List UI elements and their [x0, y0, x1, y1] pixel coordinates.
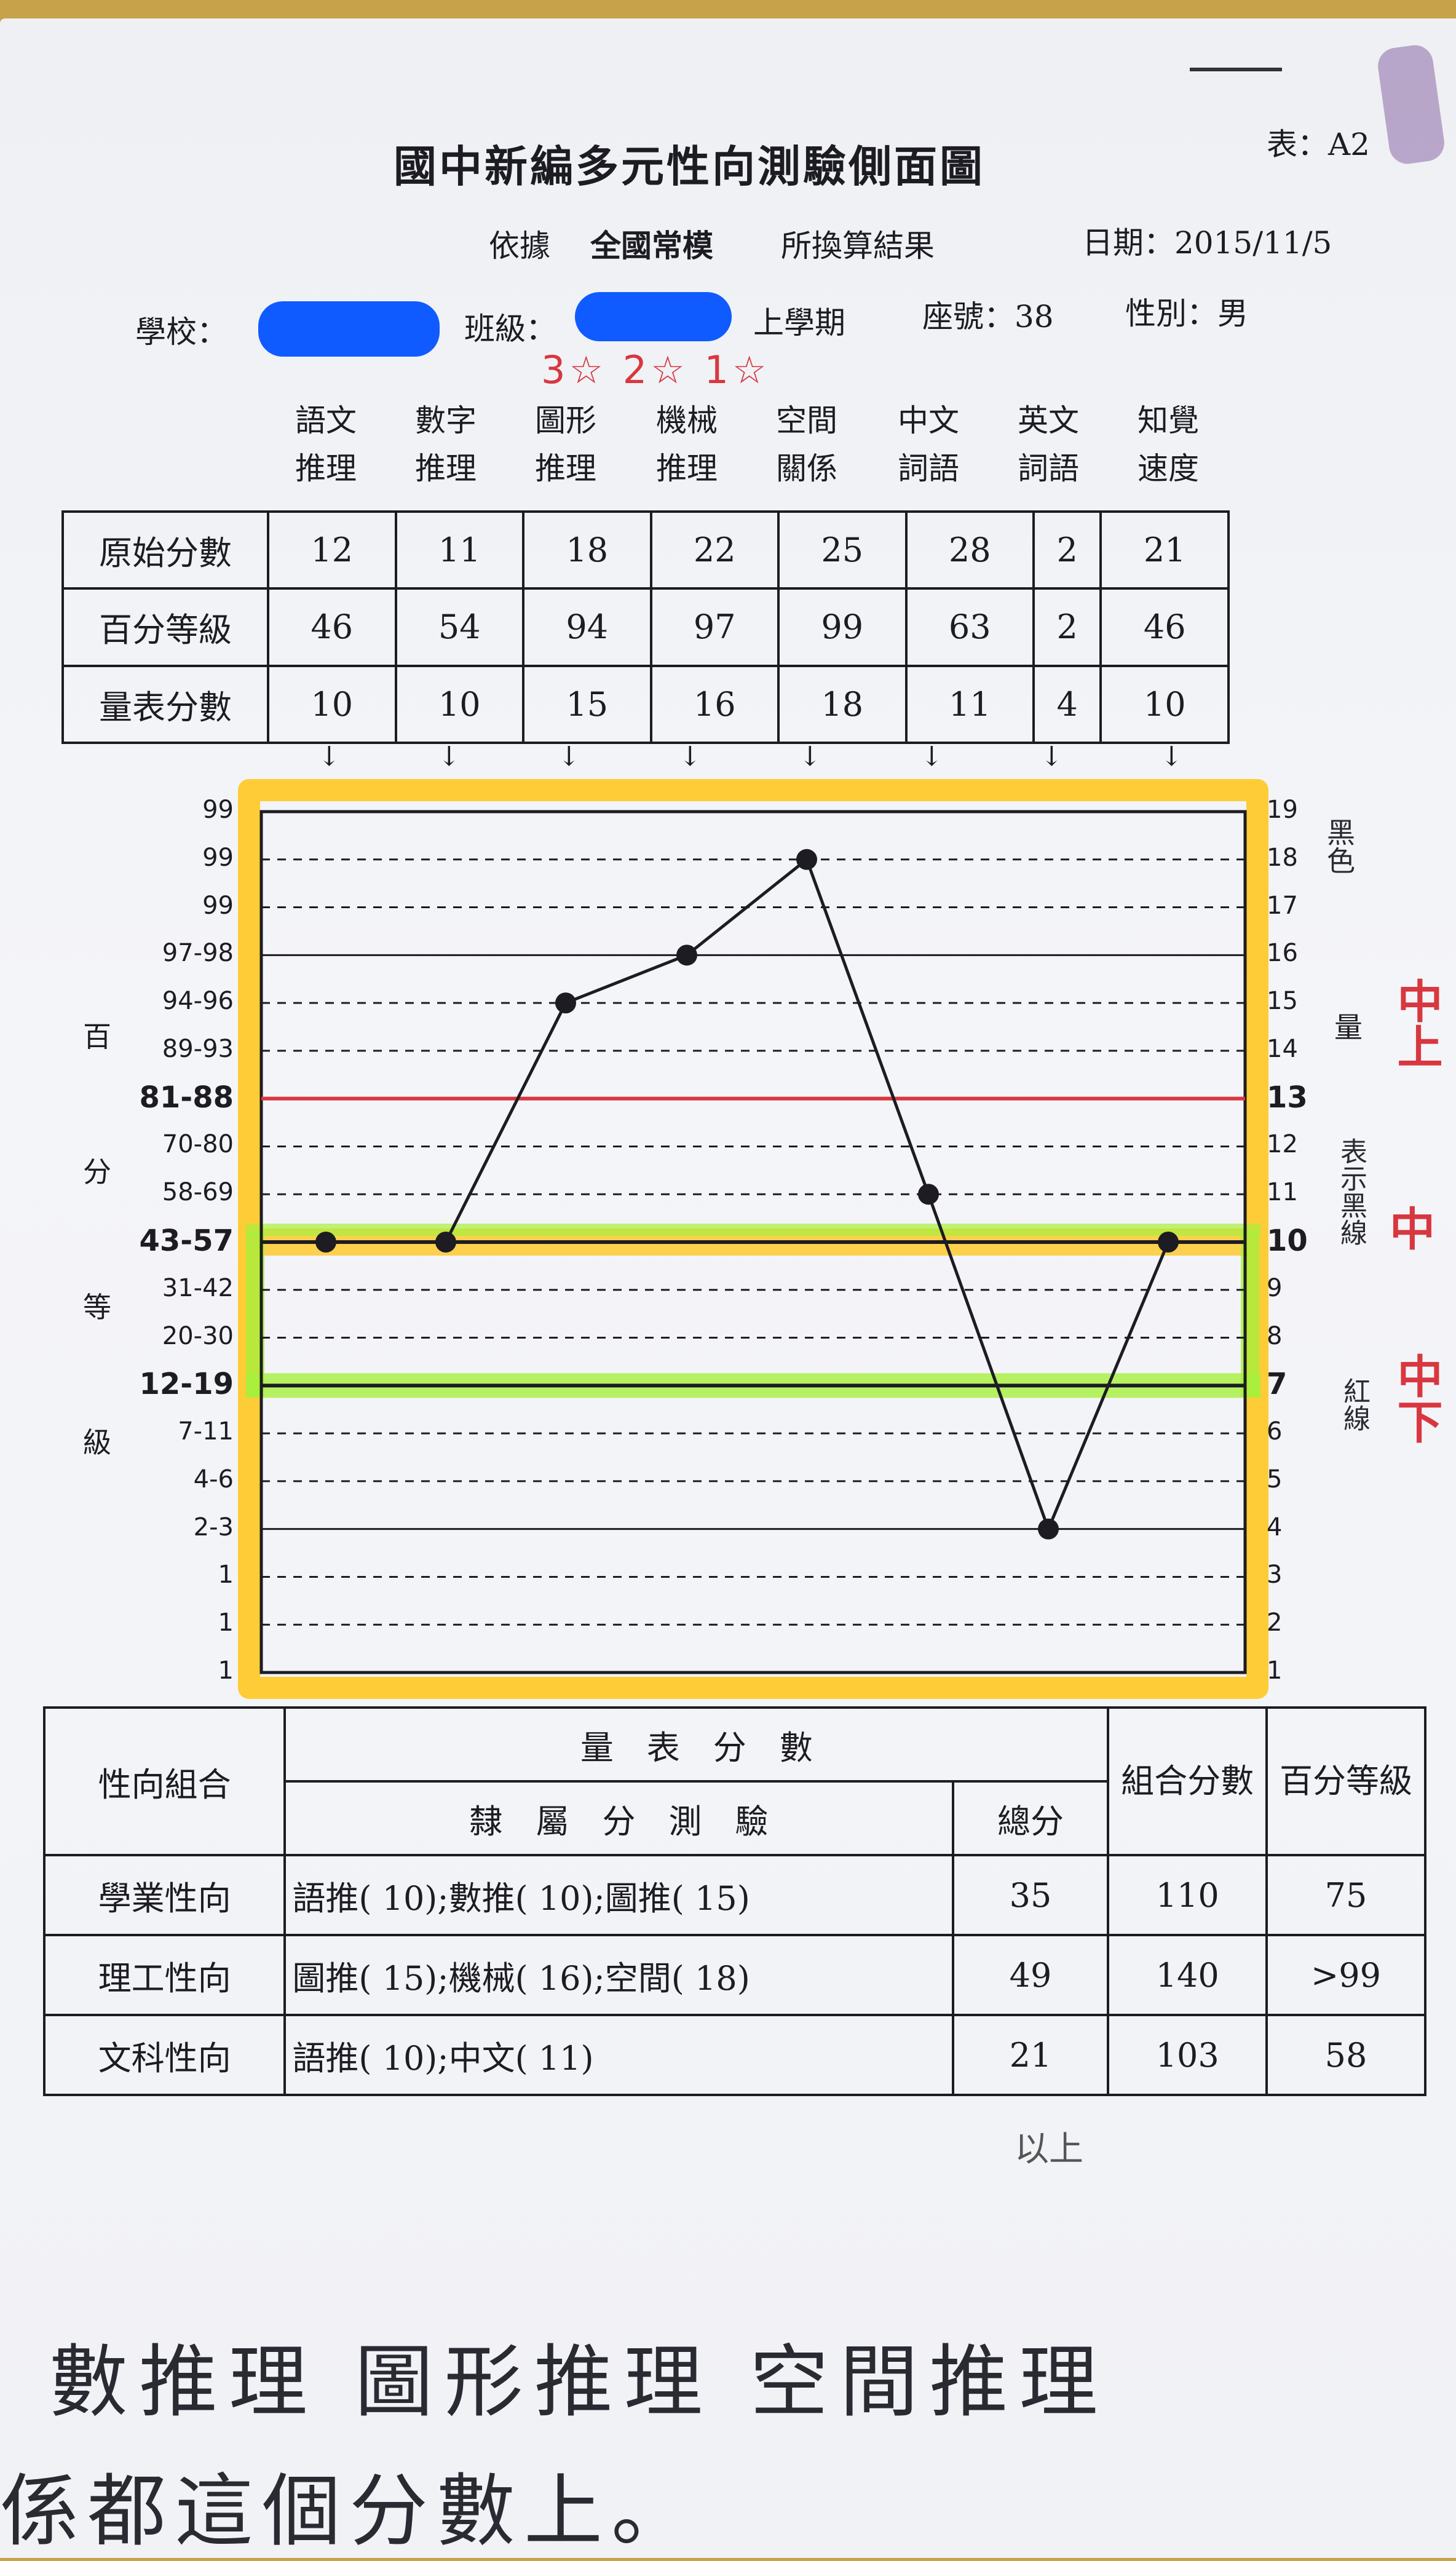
right-axis-label: 19	[1267, 796, 1298, 824]
handwritten-line-1: 數推理 圖形推理 空間推理	[49, 2337, 1109, 2428]
data-point	[796, 849, 817, 870]
right-axis-label: 11	[1267, 1178, 1298, 1207]
left-axis-title-char: 級	[83, 1426, 111, 1459]
left-axis-label: 20-30	[162, 1321, 234, 1350]
right-axis-label: 2	[1267, 1609, 1283, 1637]
right-axis-label: 6	[1267, 1417, 1283, 1446]
combo-total: 49	[951, 1934, 1110, 2016]
right-axis-label: 3	[1267, 1561, 1283, 1589]
left-axis-title-char: 等	[83, 1291, 111, 1324]
combo-pr: 58	[1265, 2014, 1426, 2096]
right-axis-label: 7	[1267, 1367, 1288, 1402]
left-axis-label: 1	[218, 1657, 234, 1685]
head-group: 性向組合	[42, 1706, 287, 1856]
combo-tests: 語推( 10);中文( 11)	[283, 2014, 954, 2096]
right-axis-label: 12	[1267, 1130, 1298, 1159]
right-axis-label: 16	[1267, 939, 1298, 968]
combo-name: 學業性向	[42, 1854, 287, 1936]
head-sub: 隸 屬 分 測 驗	[283, 1780, 954, 1856]
margin-scribble-lower: 紅線	[1339, 1377, 1370, 1431]
right-axis-label: 8	[1267, 1321, 1283, 1350]
left-axis-title-char: 百	[83, 1020, 111, 1053]
left-axis-label: 99	[202, 796, 234, 824]
combo-name: 理工性向	[42, 1934, 287, 2016]
data-point	[555, 992, 576, 1014]
right-axis-label: 1	[1267, 1657, 1283, 1685]
left-axis-label: 4-6	[193, 1465, 234, 1494]
right-axis-label: 17	[1267, 891, 1298, 920]
combo-score: 140	[1107, 1934, 1268, 2016]
margin-scribble-upper: 黑色	[1323, 818, 1356, 874]
combo-pr: >99	[1265, 1934, 1426, 2016]
margin-note-upper: 中上	[1390, 978, 1442, 1069]
combo-tests: 圖推( 15);機械( 16);空間( 18)	[283, 1934, 954, 2016]
left-axis-label: 58-69	[162, 1178, 234, 1207]
right-axis-title: 量	[1334, 1011, 1363, 1044]
data-point	[315, 1232, 336, 1253]
left-axis-label: 43-57	[139, 1224, 234, 1258]
data-point	[676, 944, 697, 966]
head-scale: 量 表 分 數	[283, 1706, 1110, 1783]
combo-score: 103	[1107, 2014, 1268, 2096]
right-axis-label: 13	[1267, 1080, 1308, 1115]
combo-total: 21	[951, 2014, 1110, 2096]
handwritten-small-note: 以上	[1015, 2129, 1083, 2169]
right-axis-label: 4	[1267, 1513, 1283, 1542]
combo-tests: 語推( 10);數推( 10);圖推( 15)	[283, 1854, 954, 1936]
left-axis-label: 97-98	[162, 939, 234, 968]
left-axis-label: 70-80	[162, 1130, 234, 1159]
right-axis-label: 5	[1267, 1465, 1283, 1494]
left-axis-label: 94-96	[162, 987, 234, 1016]
data-point	[918, 1184, 939, 1205]
margin-note-lower: 中下	[1390, 1353, 1442, 1444]
left-axis-label: 31-42	[162, 1273, 234, 1302]
data-point	[1038, 1518, 1059, 1540]
left-axis-title-char: 分	[83, 1155, 111, 1189]
combo-name: 文科性向	[42, 2014, 287, 2096]
highlight-line-10-green	[246, 1224, 1260, 1236]
margin-note-middle: 中	[1390, 1203, 1435, 1256]
data-point	[1158, 1232, 1179, 1253]
left-axis-label: 7-11	[178, 1417, 234, 1446]
right-axis-label: 15	[1267, 987, 1298, 1016]
aptitude-combination-table: 性向組合 量 表 分 數 組合分數 百分等級 隸 屬 分 測 驗 總分 學業性向…	[42, 1706, 1426, 2096]
right-axis-label: 9	[1267, 1273, 1283, 1302]
left-axis-label: 1	[218, 1561, 234, 1589]
left-axis-label: 12-19	[139, 1367, 234, 1402]
combo-total: 35	[951, 1854, 1110, 1936]
left-axis-label: 99	[202, 843, 234, 872]
left-axis-label: 2-3	[193, 1513, 234, 1542]
right-axis-label: 14	[1267, 1034, 1298, 1063]
head-pr: 百分等級	[1265, 1706, 1426, 1856]
test-result-sheet: 國中新編多元性向測驗側面圖 表：A2 依據 全國常模 所換算結果 日期：2015…	[0, 18, 1456, 2558]
combo-score: 110	[1107, 1854, 1268, 1936]
left-axis-label: 81-88	[139, 1080, 234, 1115]
right-axis-label: 10	[1267, 1224, 1308, 1258]
left-axis-label: 89-93	[162, 1034, 234, 1063]
head-combo: 組合分數	[1107, 1706, 1268, 1856]
combo-pr: 75	[1265, 1854, 1426, 1936]
margin-scribble-middle: 表示黑線	[1335, 1138, 1367, 1246]
data-point	[435, 1232, 456, 1253]
right-axis-label: 18	[1267, 843, 1298, 872]
handwritten-line-2: 係都這個分數上。	[0, 2466, 699, 2557]
left-axis-label: 1	[218, 1609, 234, 1637]
head-total: 總分	[951, 1780, 1110, 1856]
left-axis-label: 99	[202, 891, 234, 920]
